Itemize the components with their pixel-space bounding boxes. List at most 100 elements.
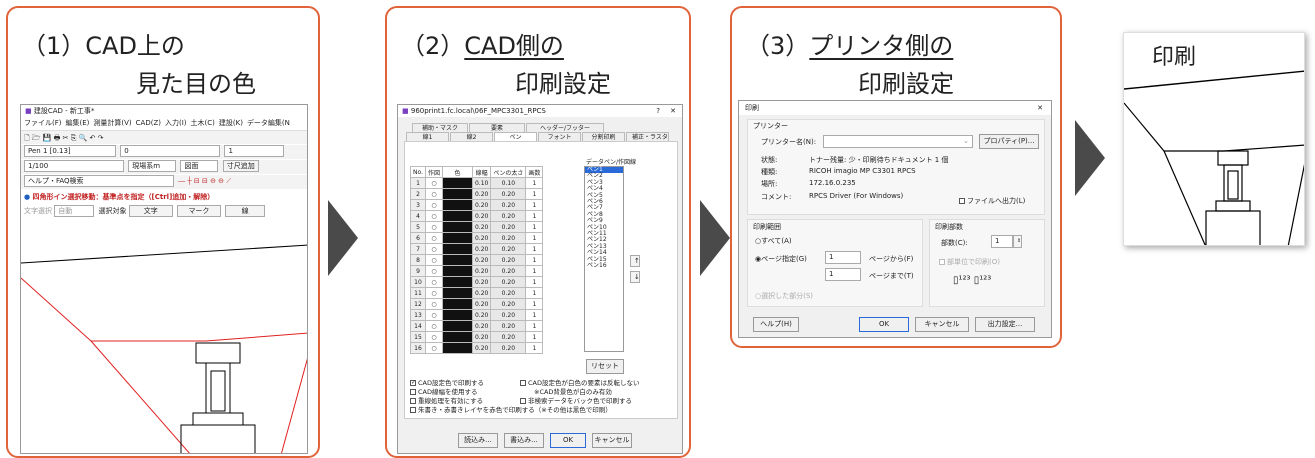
pen-color-swatch[interactable]	[441, 331, 473, 343]
menu-item[interactable]: ファイル(F)	[24, 119, 62, 127]
copy-icon[interactable]: ⎘	[71, 134, 77, 142]
pen-up-button[interactable]: ↑	[630, 255, 640, 267]
pen-color-swatch[interactable]	[441, 320, 473, 332]
pen-table-row[interactable]: 5 ○ 0.20 0.20 1	[410, 221, 544, 233]
dim-add-button[interactable]: 寸尺追加	[222, 160, 259, 172]
pen-select[interactable]: Pen 1 [0.13]	[24, 145, 116, 157]
pen-table-row[interactable]: 3 ○ 0.20 0.20 1	[410, 199, 544, 211]
view-select[interactable]: 図面	[180, 160, 219, 172]
pen-table-row[interactable]: 8 ○ 0.20 0.20 1	[410, 254, 544, 266]
check-red-layer[interactable]: 朱書き・赤書きレイヤを赤色で印刷する（※その他は黒色で印刷）	[410, 404, 612, 414]
menu-item[interactable]: 建設(K)	[219, 119, 243, 127]
tab-item[interactable]: 線1	[406, 132, 449, 141]
draw-tools-icons[interactable]: ― ┼ ⊟ ⊟ ⊖ ⊖ ⟋	[178, 177, 231, 185]
pen-table-row[interactable]: 4 ○ 0.20 0.20 1	[410, 210, 544, 222]
new-icon[interactable]: 🗋	[24, 134, 30, 142]
auto-select[interactable]: 自動	[54, 205, 95, 217]
menu-item[interactable]: 編集(E)	[66, 119, 90, 127]
tab-pen[interactable]: ペン	[494, 132, 537, 141]
tab-top[interactable]: 要素	[469, 123, 525, 132]
help-button[interactable]: ヘルプ(H)	[753, 317, 799, 332]
pen-table-row[interactable]: 6 ○ 0.20 0.20 1	[410, 232, 544, 244]
pen-table-row[interactable]: 13 ○ 0.20 0.20 1	[410, 309, 544, 321]
pen-table-row[interactable]: 1 ○ 0.10 0.10 1	[410, 177, 544, 189]
pen-color-swatch[interactable]	[441, 276, 473, 288]
copies-spin-button[interactable]: ⇕	[1013, 235, 1022, 248]
tab-top[interactable]: 補助・マスク	[412, 123, 468, 132]
pen-color-swatch[interactable]	[441, 287, 473, 299]
pen-color-swatch[interactable]	[441, 221, 473, 233]
cut-icon[interactable]: ✂	[63, 134, 69, 142]
pen-color-swatch[interactable]	[441, 254, 473, 266]
text-target-button[interactable]: 文字	[128, 205, 173, 217]
print-cancel-button[interactable]: キャンセル	[915, 317, 969, 332]
page-from-input[interactable]: 1	[825, 251, 861, 264]
menu-item[interactable]: 入力(I)	[165, 119, 187, 127]
tab-top[interactable]: ヘッダー/フッター	[526, 123, 604, 132]
pen-table-row[interactable]: 12 ○ 0.20 0.20 1	[410, 298, 544, 310]
pen-table-row[interactable]: 16 ○ 0.20 0.20 1	[410, 342, 544, 354]
cancel-button[interactable]: キャンセル	[592, 433, 632, 448]
line-target-button[interactable]: 線	[225, 205, 266, 217]
pen-color-swatch[interactable]	[441, 232, 473, 244]
page-to-input[interactable]: 1	[825, 268, 861, 281]
pen-color-swatch[interactable]	[441, 298, 473, 310]
radio-all[interactable]: ○すべて(A)	[755, 236, 792, 246]
pen-color-swatch[interactable]	[441, 210, 473, 222]
print-dialog-close-button[interactable]: ✕	[1037, 101, 1043, 115]
pen-color-swatch[interactable]	[441, 309, 473, 321]
collate-check[interactable]: 部単位で印刷(O)	[939, 257, 1000, 267]
reset-button[interactable]: リセット	[586, 359, 624, 374]
help-search-input[interactable]: ヘルプ・FAQ検索	[24, 175, 174, 187]
layer-select[interactable]: 0	[120, 145, 221, 157]
output-settings-button[interactable]: 出力設定...	[975, 317, 1035, 332]
dialog-close-button[interactable]: ✕	[670, 105, 676, 117]
pen-table-row[interactable]: 11 ○ 0.20 0.20 1	[410, 287, 544, 299]
dialog-help-button[interactable]: ?	[656, 105, 660, 117]
menu-item[interactable]: データ編集(N	[247, 119, 290, 127]
save-icon[interactable]: 💾	[43, 134, 52, 142]
tab-item[interactable]: 補正・ラスタ	[626, 132, 669, 141]
printer-name-select[interactable]: ⌄	[823, 135, 973, 148]
menu-item[interactable]: 測量計算(V)	[93, 119, 131, 127]
redo-icon[interactable]: ↷	[98, 134, 104, 142]
ok-button[interactable]: OK	[550, 433, 586, 448]
pen-color-swatch[interactable]	[441, 177, 473, 189]
open-icon[interactable]: 🗁	[32, 134, 41, 142]
load-button[interactable]: 読込み...	[458, 433, 498, 448]
menu-item[interactable]: 土木(C)	[191, 119, 215, 127]
pen-table-row[interactable]: 14 ○ 0.20 0.20 1	[410, 320, 544, 332]
pen-table-row[interactable]: 15 ○ 0.20 0.20 1	[410, 331, 544, 343]
pen-color-swatch[interactable]	[441, 199, 473, 211]
pen-color-swatch[interactable]	[441, 243, 473, 255]
properties-button[interactable]: プロパティ(P)...	[979, 134, 1039, 149]
radio-selection[interactable]: ○選択した部分(S)	[755, 291, 813, 301]
layer2-select[interactable]: 1	[224, 145, 285, 157]
check-non-search[interactable]: 非検索データをバック色で印刷する	[520, 395, 632, 405]
cad-drawing-canvas[interactable]	[21, 223, 308, 454]
pen-color-swatch[interactable]	[441, 342, 473, 354]
mark-target-button[interactable]: マーク	[176, 205, 221, 217]
tab-item[interactable]: フォント	[538, 132, 581, 141]
save-button[interactable]: 書込み...	[504, 433, 544, 448]
pen-table-row[interactable]: 2 ○ 0.20 0.20 1	[410, 188, 544, 200]
zoom-icon[interactable]: 🔍	[79, 134, 88, 142]
print-ok-button[interactable]: OK	[859, 317, 909, 332]
unit-select[interactable]: 現場系m	[128, 160, 177, 172]
pen-table-row[interactable]: 9 ○ 0.20 0.20 1	[410, 265, 544, 277]
copies-input[interactable]: 1	[991, 235, 1013, 248]
undo-icon[interactable]: ↶	[90, 134, 96, 142]
scale-select[interactable]: 1/100	[24, 160, 124, 172]
pen-table-row[interactable]: 7 ○ 0.20 0.20 1	[410, 243, 544, 255]
pen-list-item[interactable]: ペン16	[585, 262, 623, 269]
pen-color-swatch[interactable]	[441, 188, 473, 200]
radio-pages[interactable]: ◉ページ指定(G)	[755, 254, 807, 264]
print-icon[interactable]: 🖶	[54, 134, 61, 142]
tab-item[interactable]: 分割印刷	[582, 132, 625, 141]
tab-item[interactable]: 線2	[450, 132, 493, 141]
menu-item[interactable]: CAD(Z)	[136, 119, 161, 127]
pen-table-row[interactable]: 10 ○ 0.20 0.20 1	[410, 276, 544, 288]
pen-down-button[interactable]: ↓	[630, 271, 640, 283]
file-output-check[interactable]: ファイルへ出力(L)	[959, 196, 1025, 206]
pen-listbox[interactable]: ペン1 ペン2 ペン3 ペン4 ペン5 ペン6 ペン7 ペン8 ペン9 ペン10 ペン11 ペン12 ペ…	[584, 166, 624, 352]
